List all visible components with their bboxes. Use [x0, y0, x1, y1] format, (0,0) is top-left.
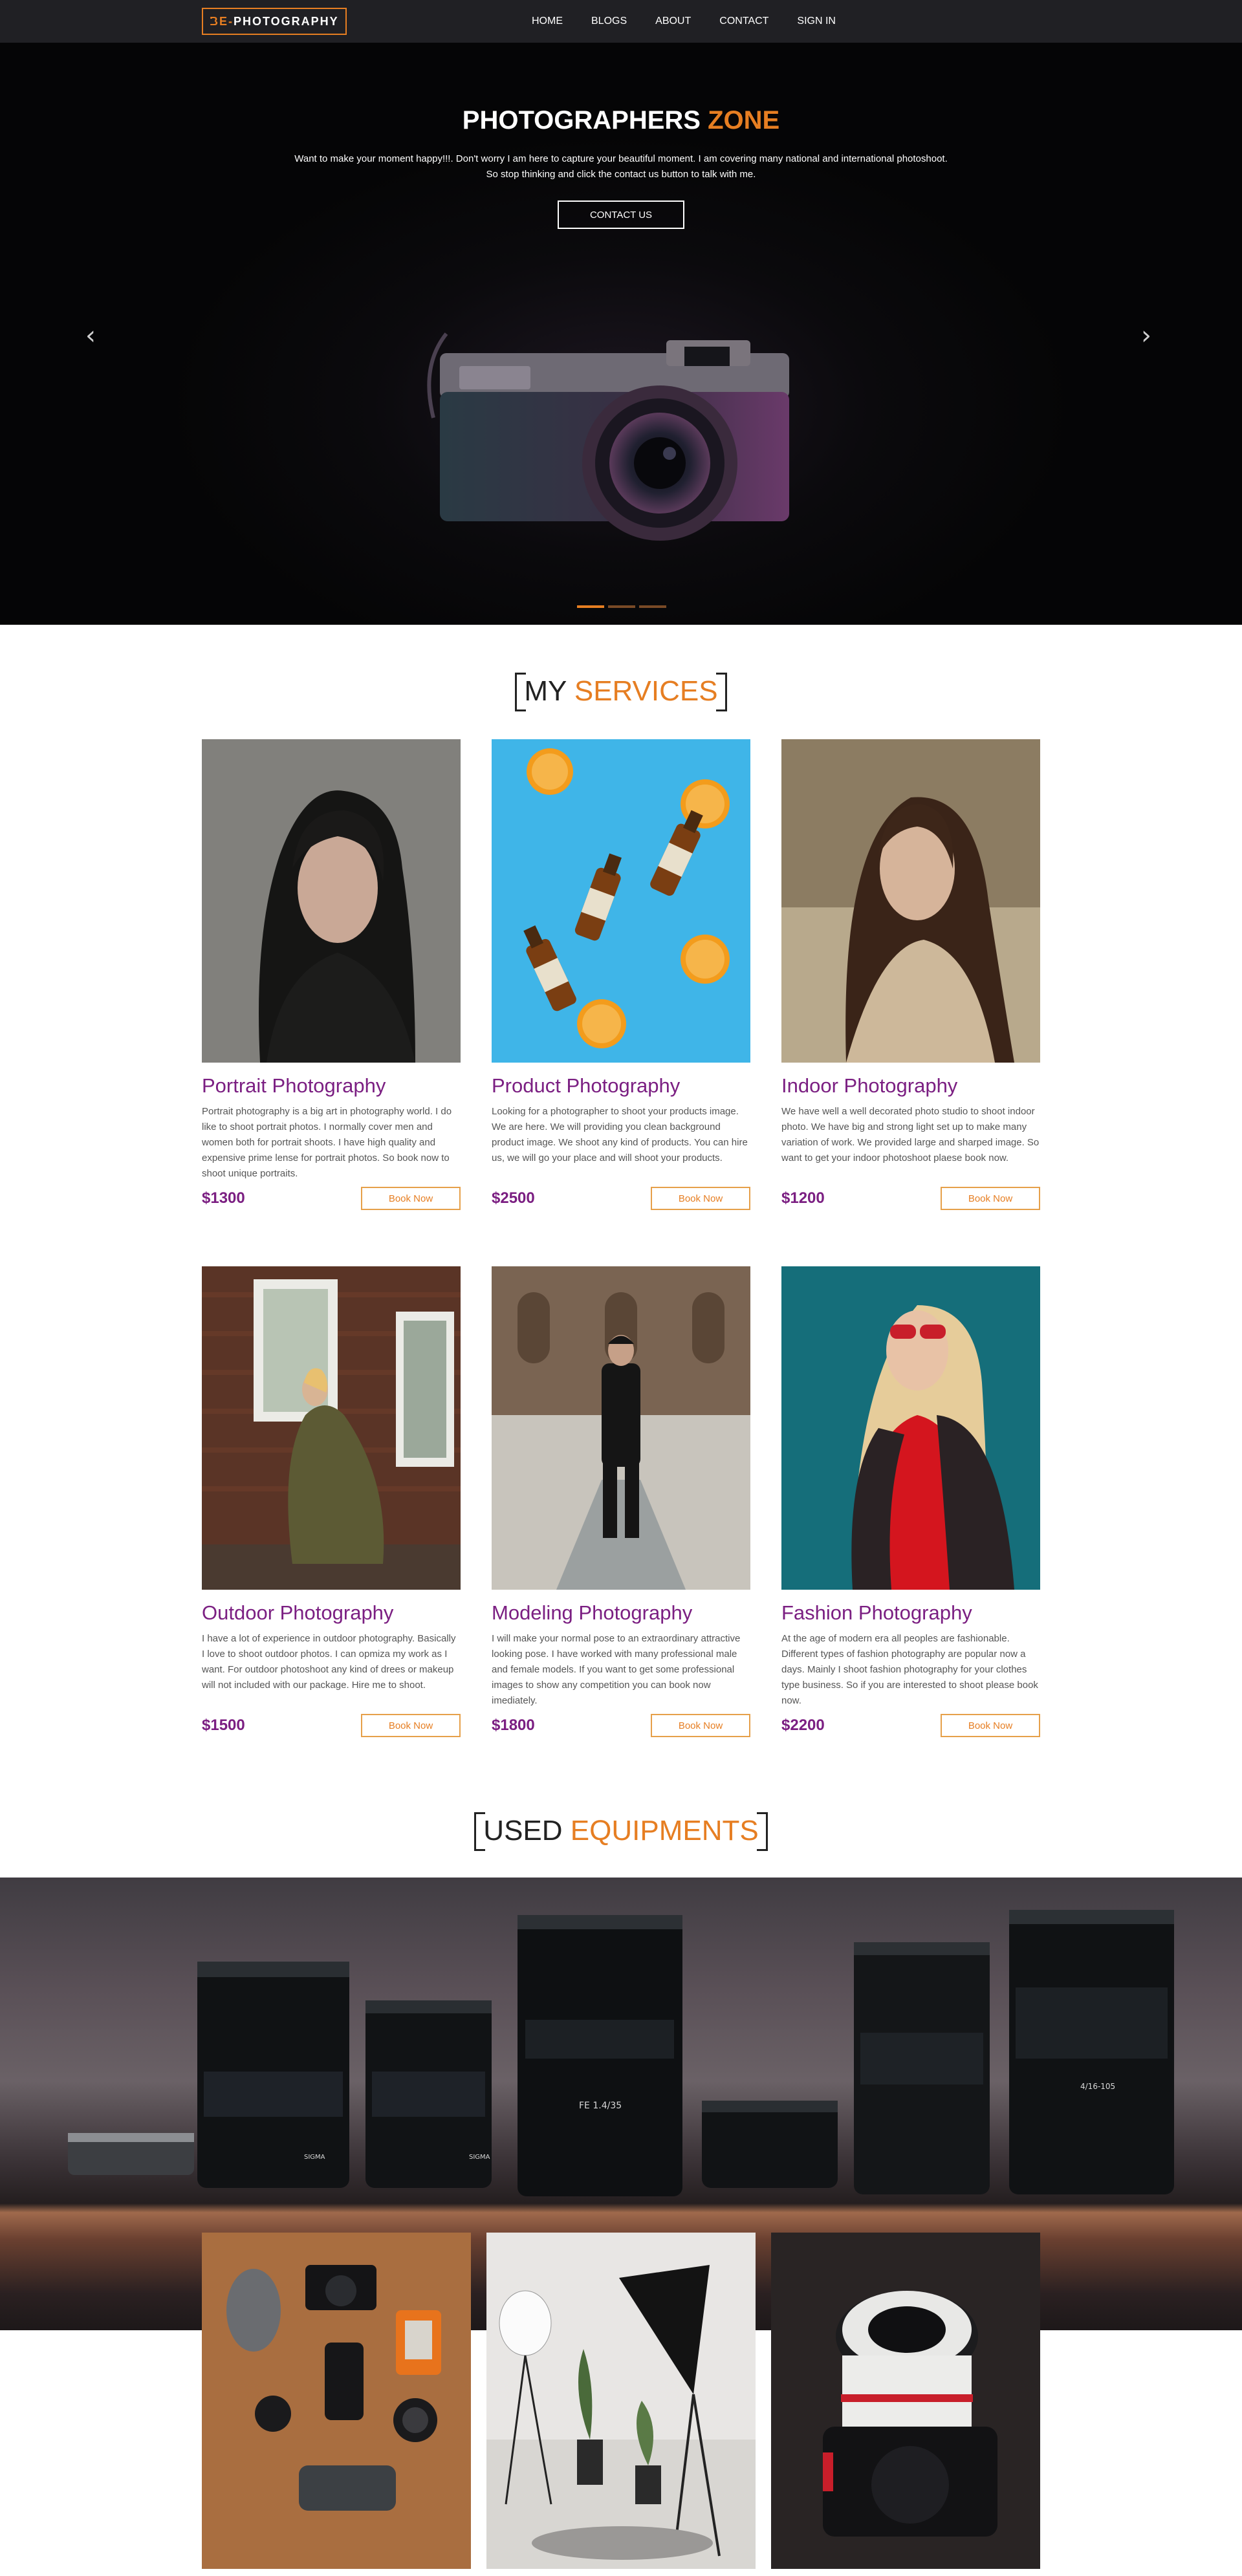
carousel-next-icon[interactable]: ›: [1141, 321, 1151, 351]
service-price: $1500: [202, 1716, 245, 1734]
top-navbar: BE- PHOTOGRAPHY HOME BLOGS ABOUT CONTACT …: [0, 0, 1242, 43]
services-heading-box: MY SERVICES: [515, 673, 727, 711]
service-description: At the age of modern era all peoples are…: [781, 1633, 1038, 1706]
nav-link-about[interactable]: ABOUT: [641, 16, 705, 27]
service-title: Modeling Photography: [492, 1601, 693, 1624]
carousel-indicator-3[interactable]: [639, 605, 666, 608]
service-description: Looking for a photographer to shoot your…: [492, 1106, 748, 1164]
contact-us-button[interactable]: CONTACT US: [558, 200, 684, 229]
hero-title-accent: ZONE: [708, 106, 780, 135]
service-title: Indoor Photography: [781, 1074, 958, 1097]
service-card-product: Product Photography Looking for a photog…: [492, 739, 750, 1210]
service-title: Product Photography: [492, 1074, 681, 1097]
service-description: I will make your normal pose to an extra…: [492, 1633, 741, 1706]
nav-link-contact[interactable]: CONTACT: [705, 16, 783, 27]
equipments-heading-accent: EQUIPMENTS: [570, 1815, 759, 1846]
carousel-indicator-2[interactable]: [608, 605, 635, 608]
canon-camera-photo: [771, 2233, 1040, 2569]
service-price: $2200: [781, 1716, 825, 1734]
service-footer: $1500 Book Now: [202, 1714, 461, 1737]
product-photo: [492, 739, 750, 1063]
service-footer: $2500 Book Now: [492, 1187, 750, 1210]
hero-text-line-2: So stop thinking and click the contact u…: [486, 169, 756, 180]
service-price: $1200: [781, 1189, 825, 1207]
site-logo[interactable]: BE- PHOTOGRAPHY: [202, 8, 347, 35]
nav-menu: HOME BLOGS ABOUT CONTACT SIGN IN: [518, 0, 850, 43]
equipments-heading: USED EQUIPMENTS: [0, 1812, 1242, 1851]
hero-title: PHOTOGRAPHERS ZONE: [0, 106, 1242, 135]
equipments-heading-main: USED: [483, 1815, 563, 1846]
services-heading-accent: SERVICES: [574, 675, 718, 707]
service-footer: $1800 Book Now: [492, 1714, 750, 1737]
service-footer: $1200 Book Now: [781, 1187, 1040, 1210]
book-now-button[interactable]: Book Now: [941, 1714, 1040, 1737]
services-heading: MY SERVICES: [0, 673, 1242, 711]
service-card-portrait: Portrait Photography Portrait photograph…: [202, 739, 461, 1210]
carousel-indicator-1[interactable]: [577, 605, 604, 608]
lens-marking-3: FE 1.4/35: [579, 2101, 622, 2111]
carousel-indicators: [577, 605, 666, 608]
logo-prefix: BE-: [210, 14, 234, 28]
service-price: $2500: [492, 1189, 535, 1207]
service-price: $1800: [492, 1716, 535, 1734]
book-now-button[interactable]: Book Now: [651, 1187, 750, 1210]
service-card-indoor: Indoor Photography We have well a well d…: [781, 739, 1040, 1210]
service-title: Fashion Photography: [781, 1601, 972, 1624]
service-title: Portrait Photography: [202, 1074, 386, 1097]
book-now-button[interactable]: Book Now: [361, 1714, 461, 1737]
book-now-button[interactable]: Book Now: [651, 1714, 750, 1737]
hero-description: Want to make your moment happy!!!. Don't…: [259, 151, 983, 182]
studio-lights-photo: [486, 2233, 756, 2569]
lens-marking-2: SIGMA: [469, 2154, 490, 2161]
service-footer: $1300 Book Now: [202, 1187, 461, 1210]
nav-link-blogs[interactable]: BLOGS: [577, 16, 641, 27]
service-title: Outdoor Photography: [202, 1601, 394, 1624]
service-description: Portrait photography is a big art in pho…: [202, 1106, 452, 1179]
fashion-photo: [781, 1266, 1040, 1590]
services-heading-main: MY: [524, 675, 567, 707]
portrait-photo: [202, 739, 461, 1063]
outdoor-photo: [202, 1266, 461, 1590]
service-description: We have well a well decorated photo stud…: [781, 1106, 1040, 1164]
service-card-fashion: Fashion Photography At the age of modern…: [781, 1266, 1040, 1737]
service-footer: $2200 Book Now: [781, 1714, 1040, 1737]
lens-marking-4: 4/16-105: [1080, 2082, 1115, 2091]
modeling-photo: [492, 1266, 750, 1590]
book-now-button[interactable]: Book Now: [361, 1187, 461, 1210]
hero-carousel: PHOTOGRAPHERS ZONE Want to make your mom…: [0, 43, 1242, 625]
hero-text-line-1: Want to make your moment happy!!!. Don't…: [294, 153, 948, 164]
logo-suffix: PHOTOGRAPHY: [234, 14, 339, 28]
hero-title-main: PHOTOGRAPHERS: [462, 106, 701, 135]
nav-link-sign-in[interactable]: SIGN IN: [783, 16, 850, 27]
indoor-photo: [781, 739, 1040, 1063]
lens-marking-1: SIGMA: [304, 2154, 325, 2161]
carousel-prev-icon[interactable]: ‹: [85, 321, 96, 351]
service-price: $1300: [202, 1189, 245, 1207]
service-card-modeling: Modeling Photography I will make your no…: [492, 1266, 750, 1737]
gear-flatlay-photo: [202, 2233, 471, 2569]
service-description: I have a lot of experience in outdoor ph…: [202, 1633, 456, 1691]
equipments-heading-box: USED EQUIPMENTS: [474, 1812, 768, 1851]
book-now-button[interactable]: Book Now: [941, 1187, 1040, 1210]
service-card-outdoor: Outdoor Photography I have a lot of expe…: [202, 1266, 461, 1737]
hero-camera-image: [427, 332, 789, 541]
nav-link-home[interactable]: HOME: [518, 16, 577, 27]
